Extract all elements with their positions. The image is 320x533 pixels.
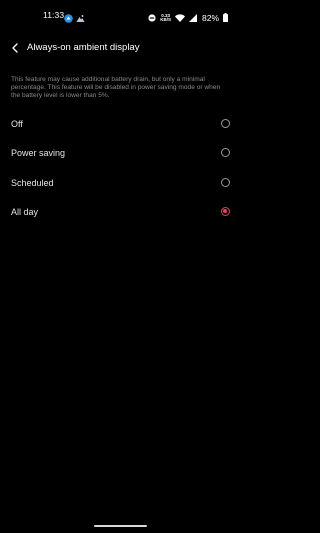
option-power-saving[interactable]: Power saving (0, 141, 240, 167)
wifi-icon (174, 9, 185, 27)
home-indicator[interactable] (94, 525, 147, 527)
option-label: Power saving (11, 148, 66, 158)
battery-icon (223, 9, 228, 27)
option-all-day[interactable]: All day (0, 200, 240, 226)
status-bar: 11:33 0.33 KB/S 82% (0, 0, 240, 30)
radio-button[interactable] (221, 119, 230, 128)
feature-description: This feature may cause additional batter… (11, 76, 221, 99)
mountain-image-icon (76, 10, 85, 28)
cell-signal-icon (188, 9, 197, 27)
option-label: All day (11, 207, 39, 217)
back-button[interactable] (8, 41, 22, 57)
option-scheduled[interactable]: Scheduled (0, 171, 240, 197)
network-speed: 0.33 KB/S (160, 13, 171, 23)
radio-button[interactable] (221, 178, 230, 187)
radio-button[interactable] (221, 148, 230, 157)
page-title: Always-on ambient display (27, 42, 140, 53)
status-time: 11:33 (43, 10, 65, 20)
do-not-disturb-icon (148, 9, 156, 27)
battery-percent: 82% (201, 13, 219, 23)
option-label: Scheduled (11, 178, 54, 188)
radio-button-selected[interactable] (221, 207, 230, 216)
network-speed-unit: KB/S (160, 17, 171, 22)
option-label: Off (11, 119, 23, 129)
chevron-left-icon (11, 40, 19, 58)
page-header: Always-on ambient display (0, 38, 240, 60)
status-notification-icons (64, 10, 85, 28)
radio-selected-dot (223, 209, 228, 214)
option-off[interactable]: Off (0, 112, 240, 138)
status-right-icons: 0.33 KB/S 82% (148, 9, 228, 27)
blue-circle-app-icon (64, 10, 73, 28)
